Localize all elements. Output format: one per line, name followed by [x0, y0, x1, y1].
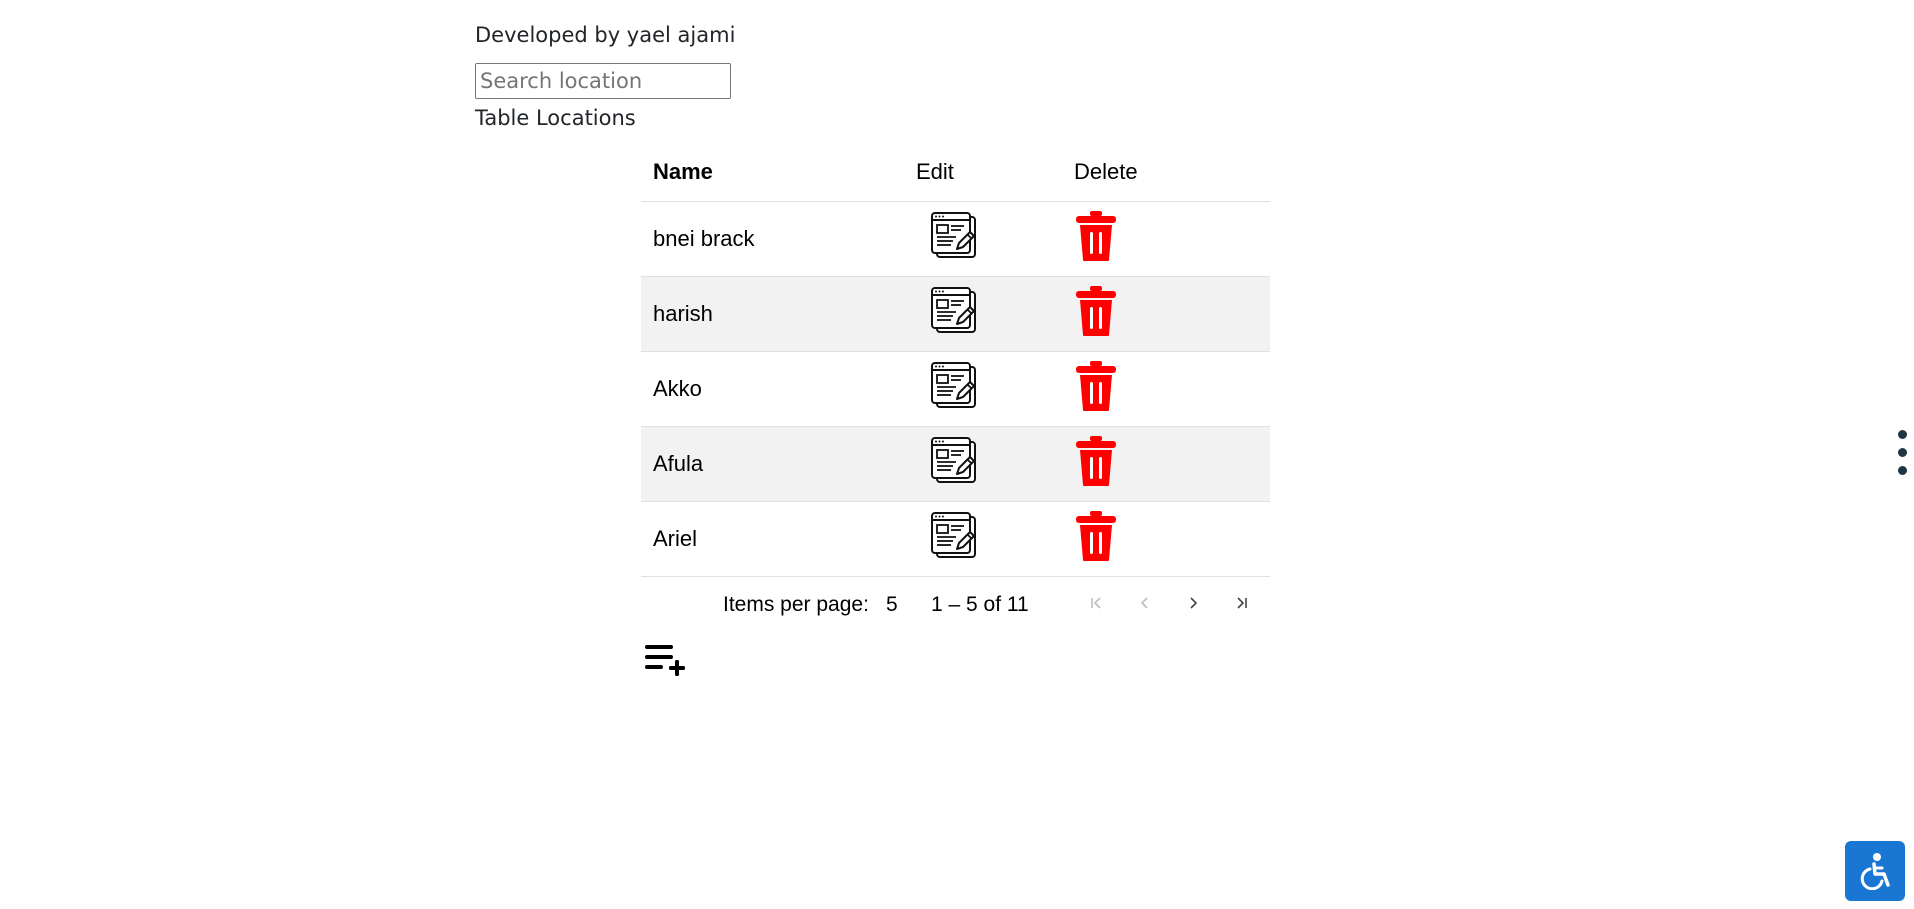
playlist-add-icon — [645, 645, 685, 676]
column-header-delete: Delete — [1074, 143, 1270, 202]
delete-cell — [1074, 276, 1270, 352]
column-header-edit: Edit — [916, 143, 1074, 202]
locations-table-container: Name Edit Delete bnei brack harish Akko — [641, 143, 1270, 577]
edit-cell — [916, 276, 1074, 352]
more-vertical-icon[interactable] — [1896, 430, 1910, 478]
edit-location-button[interactable] — [929, 361, 979, 411]
location-name: harish — [641, 276, 916, 352]
edit-cell — [916, 201, 1074, 277]
delete-location-button[interactable] — [1074, 210, 1118, 262]
add-location-button[interactable] — [643, 642, 689, 676]
page: Developed by yael ajami Table Locations … — [0, 0, 1914, 909]
column-header-name: Name — [641, 143, 916, 202]
edit-location-button[interactable] — [929, 436, 979, 486]
items-per-page-label: Items per page: — [723, 593, 869, 616]
table-header-row: Name Edit Delete — [641, 143, 1270, 202]
location-name: Akko — [641, 351, 916, 427]
first-page-button[interactable] — [1081, 589, 1113, 621]
delete-location-button[interactable] — [1074, 435, 1118, 487]
edit-document-icon — [931, 212, 976, 258]
last-page-icon — [1237, 597, 1247, 609]
trash-icon — [1076, 286, 1116, 336]
chevron-right-icon — [1190, 597, 1198, 609]
paginator: Items per page: 5 1 – 5 of 11 — [641, 577, 1270, 633]
edit-location-button[interactable] — [929, 286, 979, 336]
table-row: bnei brack — [641, 201, 1270, 277]
location-name: Afula — [641, 426, 916, 502]
edit-document-icon — [931, 362, 976, 408]
trash-icon — [1076, 436, 1116, 486]
last-page-button[interactable] — [1225, 589, 1257, 621]
edit-cell — [916, 501, 1074, 577]
previous-page-button[interactable] — [1129, 589, 1161, 621]
edit-document-icon — [931, 512, 976, 558]
location-name: bnei brack — [641, 201, 916, 277]
items-per-page-select[interactable]: 5 — [886, 593, 898, 617]
edit-location-button[interactable] — [929, 511, 979, 561]
delete-cell — [1074, 351, 1270, 427]
edit-document-icon — [931, 437, 976, 483]
accessibility-icon — [1860, 853, 1890, 890]
delete-cell — [1074, 501, 1270, 577]
trash-icon — [1076, 211, 1116, 261]
location-name: Ariel — [641, 501, 916, 577]
edit-location-button[interactable] — [929, 211, 979, 261]
table-caption: Table Locations — [475, 106, 636, 130]
edit-document-icon — [931, 287, 976, 333]
delete-location-button[interactable] — [1074, 360, 1118, 412]
first-page-icon — [1091, 597, 1101, 609]
accessibility-button[interactable] — [1845, 841, 1905, 901]
delete-cell — [1074, 201, 1270, 277]
table-row: harish — [641, 276, 1270, 352]
next-page-button[interactable] — [1177, 589, 1209, 621]
search-location-input[interactable] — [475, 63, 731, 99]
developer-credit: Developed by yael ajami — [475, 23, 736, 47]
delete-cell — [1074, 426, 1270, 502]
edit-cell — [916, 351, 1074, 427]
table-row: Ariel — [641, 501, 1270, 577]
page-range-label: 1 – 5 of 11 — [931, 593, 1029, 616]
trash-icon — [1076, 361, 1116, 411]
table-row: Afula — [641, 426, 1270, 502]
locations-table: Name Edit Delete bnei brack harish Akko — [641, 143, 1270, 577]
table-row: Akko — [641, 351, 1270, 427]
edit-cell — [916, 426, 1074, 502]
delete-location-button[interactable] — [1074, 510, 1118, 562]
chevron-left-icon — [1140, 597, 1148, 609]
delete-location-button[interactable] — [1074, 285, 1118, 337]
trash-icon — [1076, 511, 1116, 561]
